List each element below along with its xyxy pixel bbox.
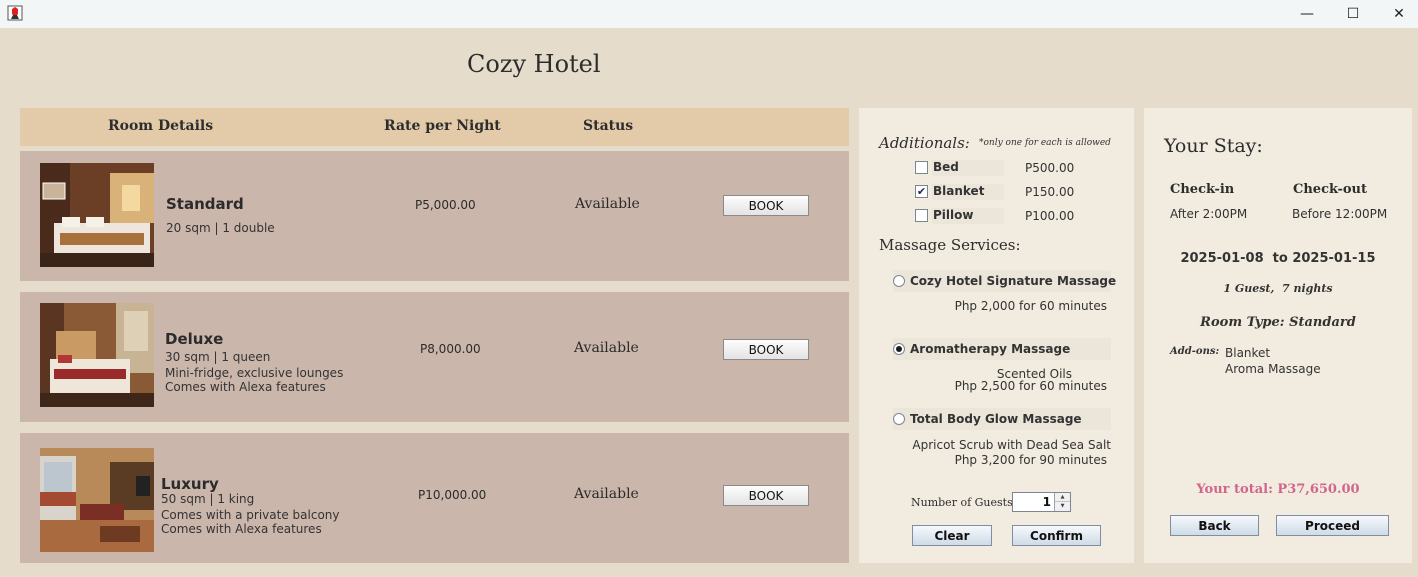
header-room-details: Room Details xyxy=(108,118,214,134)
spinner-down-icon[interactable]: ▼ xyxy=(1055,502,1070,511)
room-row-deluxe: Deluxe 30 sqm | 1 queen Mini-fridge, exc… xyxy=(20,292,849,422)
close-button[interactable]: ✕ xyxy=(1376,0,1418,28)
addon-pillow-checkbox-row[interactable]: Pillow P100.00 xyxy=(915,208,1145,224)
massage-description: Apricot Scrub with Dead Sea Salt xyxy=(912,438,1111,452)
room-status: Available xyxy=(574,486,639,502)
blanket-checkbox[interactable]: ✔ xyxy=(915,185,928,198)
room-status: Available xyxy=(575,196,640,212)
checkout-value: Before 12:00PM xyxy=(1292,207,1388,221)
addon-price: P150.00 xyxy=(1025,185,1075,199)
checkout-label: Check-out xyxy=(1293,182,1367,197)
header-status: Status xyxy=(583,118,634,134)
massage-price: Php 2,500 for 60 minutes xyxy=(954,379,1107,393)
stay-dates: 2025-01-08 to 2025-01-15 xyxy=(1180,251,1376,266)
book-button-luxury[interactable]: BOOK xyxy=(723,485,809,506)
room-status: Available xyxy=(574,340,639,356)
room-name: Standard xyxy=(166,195,244,213)
addon-item: Aroma Massage xyxy=(1225,362,1321,376)
book-button-deluxe[interactable]: BOOK xyxy=(723,339,809,360)
checkin-value: After 2:00PM xyxy=(1170,207,1248,221)
massage-label: Total Body Glow Massage xyxy=(910,412,1082,426)
room-detail-line: Mini-fridge, exclusive lounges xyxy=(165,366,344,380)
body-glow-massage-radio[interactable] xyxy=(893,413,905,425)
rooms-table-header: Room Details Rate per Night Status xyxy=(20,108,849,146)
addon-label: Pillow xyxy=(932,208,1004,224)
addon-label: Bed xyxy=(932,160,1004,176)
clear-button[interactable]: Clear xyxy=(912,525,992,546)
spinner-up-icon[interactable]: ▲ xyxy=(1055,493,1070,502)
app-title: Cozy Hotel xyxy=(467,50,601,78)
standard-room-photo xyxy=(40,163,154,267)
java-duke-icon xyxy=(7,5,23,21)
aromatherapy-massage-radio[interactable] xyxy=(893,343,905,355)
additionals-title: Additionals: xyxy=(879,134,970,152)
massage-label: Aromatherapy Massage xyxy=(910,342,1071,356)
confirm-button[interactable]: Confirm xyxy=(1012,525,1101,546)
massage-title: Massage Services: xyxy=(879,236,1021,254)
additionals-panel: Additionals: *only one for each is allow… xyxy=(859,108,1134,563)
bed-checkbox[interactable] xyxy=(915,161,928,174)
addon-price: P500.00 xyxy=(1025,161,1075,175)
room-type: Room Type: Standard xyxy=(1200,315,1356,330)
massage-label: Cozy Hotel Signature Massage xyxy=(910,274,1117,288)
addon-item: Blanket xyxy=(1225,346,1271,360)
your-stay-panel: Your Stay: Check-in Check-out After 2:00… xyxy=(1144,108,1412,563)
room-name: Deluxe xyxy=(165,330,224,348)
guests-label: Number of Guests: xyxy=(911,496,1017,509)
massage-option-aromatherapy[interactable]: Aromatherapy Massage xyxy=(893,338,1111,360)
addon-blanket-checkbox-row[interactable]: ✔ Blanket P150.00 xyxy=(915,184,1145,200)
room-rate: P5,000.00 xyxy=(415,198,476,212)
guests-value[interactable]: 1 xyxy=(1043,495,1051,509)
luxury-room-photo xyxy=(40,448,154,552)
massage-price: Php 2,000 for 60 minutes xyxy=(954,299,1107,313)
minimize-button[interactable]: — xyxy=(1284,0,1330,28)
header-rate: Rate per Night xyxy=(384,118,501,134)
deluxe-room-photo xyxy=(40,303,154,407)
addons-label: Add-ons: xyxy=(1170,346,1220,357)
room-name: Luxury xyxy=(161,475,219,493)
signature-massage-radio[interactable] xyxy=(893,275,905,287)
checkin-label: Check-in xyxy=(1170,182,1235,197)
stay-title: Your Stay: xyxy=(1164,135,1263,157)
back-button[interactable]: Back xyxy=(1170,515,1259,536)
total-price: Your total: P37,650.00 xyxy=(1196,482,1360,497)
window-titlebar: — ☐ ✕ xyxy=(0,0,1418,28)
massage-price: Php 3,200 for 90 minutes xyxy=(954,453,1107,467)
addon-label: Blanket xyxy=(932,184,1004,200)
additionals-note: *only one for each is allowed xyxy=(979,138,1111,148)
room-rate: P10,000.00 xyxy=(418,488,487,502)
maximize-button[interactable]: ☐ xyxy=(1330,0,1376,28)
room-detail-line: 20 sqm | 1 double xyxy=(166,221,275,235)
room-row-standard: Standard 20 sqm | 1 double P5,000.00 Ava… xyxy=(20,151,849,281)
proceed-button[interactable]: Proceed xyxy=(1276,515,1389,536)
room-detail-line: 50 sqm | 1 king xyxy=(161,492,255,506)
book-button-standard[interactable]: BOOK xyxy=(723,195,809,216)
room-detail-line: Comes with a private balcony xyxy=(161,508,340,522)
spinner-buttons: ▲ ▼ xyxy=(1054,493,1070,511)
guests-spinner[interactable]: 1 ▲ ▼ xyxy=(1012,492,1071,512)
room-row-luxury: Luxury 50 sqm | 1 king Comes with a priv… xyxy=(20,433,849,563)
addon-price: P100.00 xyxy=(1025,209,1075,223)
massage-option-signature[interactable]: Cozy Hotel Signature Massage xyxy=(893,270,1116,292)
guests-nights: 1 Guest, 7 nights xyxy=(1223,282,1333,295)
room-detail-line: 30 sqm | 1 queen xyxy=(165,350,271,364)
room-rate: P8,000.00 xyxy=(420,342,481,356)
massage-option-total-body-glow[interactable]: Total Body Glow Massage xyxy=(893,408,1111,430)
room-detail-line: Comes with Alexa features xyxy=(165,380,326,394)
addon-bed-checkbox-row[interactable]: Bed P500.00 xyxy=(915,160,1145,176)
room-detail-line: Comes with Alexa features xyxy=(161,522,322,536)
pillow-checkbox[interactable] xyxy=(915,209,928,222)
